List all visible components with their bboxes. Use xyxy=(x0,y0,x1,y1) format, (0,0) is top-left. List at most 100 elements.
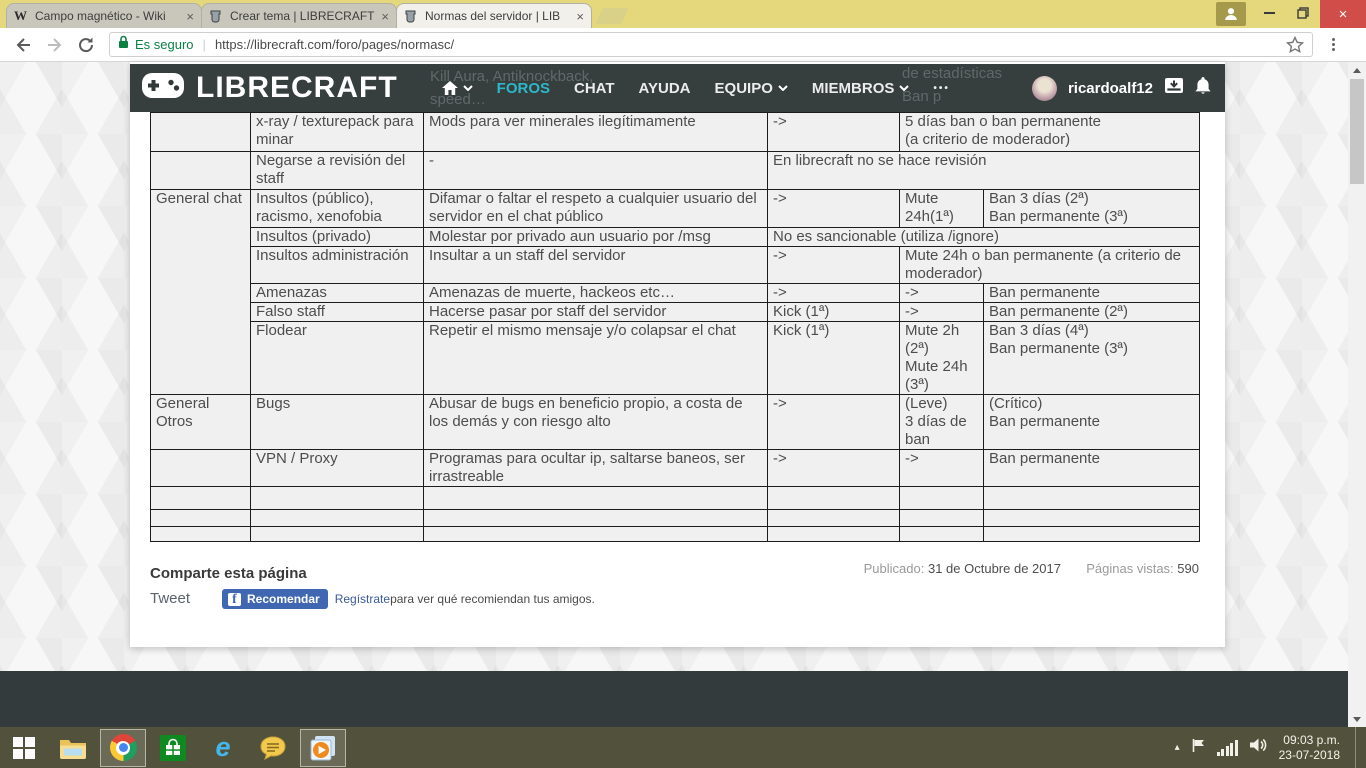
bookmark-star-icon[interactable] xyxy=(1286,36,1304,54)
internet-explorer-button[interactable]: e xyxy=(200,729,246,767)
table-row: AmenazasAmenazas de muerte, hackeos etc…… xyxy=(151,284,1200,303)
nav-item-equipo[interactable]: EQUIPO xyxy=(715,80,788,97)
table-cell: -> xyxy=(768,247,900,284)
close-button[interactable]: × xyxy=(1320,0,1366,28)
table-cell: -> xyxy=(900,303,984,322)
new-tab-button[interactable] xyxy=(595,8,628,24)
nav-item-foros[interactable]: FOROS xyxy=(497,80,550,97)
nav-home[interactable] xyxy=(442,81,473,95)
start-button[interactable] xyxy=(0,727,48,768)
table-cell: Ban permanente xyxy=(984,450,1200,487)
table-cell xyxy=(984,527,1200,542)
table-row xyxy=(151,510,1200,527)
table-cell: Mods para ver minerales ilegítimamente xyxy=(424,113,768,152)
table-row: x-ray / texturepack para minarMods para … xyxy=(151,113,1200,152)
address-bar[interactable]: Es seguro | https://librecraft.com/foro/… xyxy=(109,32,1313,57)
store-button[interactable] xyxy=(150,729,196,767)
table-cell: Ban permanente (2ª) xyxy=(984,303,1200,322)
media-player-button[interactable] xyxy=(300,729,346,767)
scrollbar-thumb[interactable] xyxy=(1350,79,1364,184)
tab-strip: W Campo magnético - Wiki × Crear tema | … xyxy=(0,0,625,28)
nav-item-miembros[interactable]: MIEMBROS xyxy=(812,80,910,97)
table-row: Insultos administraciónInsultar a un sta… xyxy=(151,247,1200,284)
table-cell xyxy=(900,527,984,542)
site-navbar: Kill Aura, Antiknockback, speed… de esta… xyxy=(130,64,1225,112)
reload-icon[interactable] xyxy=(78,37,95,53)
brand-name: LIBRECRAFT xyxy=(196,71,398,105)
table-cell: Ban 3 días (2ª) Ban permanente (3ª) xyxy=(984,190,1200,228)
views-label: Páginas vistas: xyxy=(1086,561,1173,576)
lock-icon xyxy=(118,35,129,54)
windows-taskbar: e ▴ 09:03 p.m. 23-07-2018 xyxy=(0,727,1366,768)
restore-button[interactable] xyxy=(1286,0,1320,26)
taskbar-clock[interactable]: 09:03 p.m. 23-07-2018 xyxy=(1279,733,1344,763)
minimize-button[interactable] xyxy=(1252,0,1286,26)
tab-close-icon[interactable]: × xyxy=(381,10,389,23)
table-cell xyxy=(151,510,251,527)
table-cell: VPN / Proxy xyxy=(251,450,424,487)
facebook-f-icon: f xyxy=(228,593,241,606)
network-signal-icon[interactable] xyxy=(1217,740,1238,756)
tab-close-icon[interactable]: × xyxy=(576,10,584,23)
action-center-flag-icon[interactable] xyxy=(1191,738,1206,758)
tweet-button[interactable]: Tweet xyxy=(150,590,190,607)
share-heading: Comparte esta página xyxy=(150,565,307,582)
table-row: VPN / ProxyProgramas para ocultar ip, sa… xyxy=(151,450,1200,487)
table-cell xyxy=(984,510,1200,527)
browser-menu-kebab-icon[interactable] xyxy=(1323,38,1343,51)
chevron-down-icon xyxy=(778,85,788,91)
tray-expand-icon[interactable]: ▴ xyxy=(1175,742,1180,753)
show-desktop-button[interactable] xyxy=(1355,727,1360,768)
tab-close-icon[interactable]: × xyxy=(186,10,194,23)
table-cell: - xyxy=(424,152,768,190)
rules-table: x-ray / texturepack para minarMods para … xyxy=(150,112,1200,542)
table-cell xyxy=(424,510,768,527)
table-cell: Abusar de bugs en beneficio propio, a co… xyxy=(424,395,768,450)
table-cell: Difamar o faltar el respeto a cualquier … xyxy=(424,190,768,228)
nav-item-ayuda[interactable]: AYUDA xyxy=(639,80,691,97)
facebook-share-row: f Recomendar Regístrate para ver qué rec… xyxy=(222,589,595,609)
tab-normas-active[interactable]: Normas del servidor | LIB × xyxy=(396,3,592,28)
register-text: para ver qué recomiendan tus amigos. xyxy=(390,592,595,606)
table-cell xyxy=(768,487,900,510)
site-logo[interactable]: LIBRECRAFT xyxy=(142,71,398,105)
table-row: Insultos (privado)Molestar por privado a… xyxy=(151,228,1200,247)
table-row xyxy=(151,487,1200,510)
views-value: 590 xyxy=(1177,561,1199,576)
tab-crear-tema[interactable]: Crear tema | LIBRECRAFT × xyxy=(201,3,397,28)
notes-app-button[interactable] xyxy=(250,729,296,767)
register-link[interactable]: Regístrate xyxy=(335,592,390,606)
nav-items: FOROS CHAT AYUDA EQUIPO MIEMBROS ••• xyxy=(442,80,950,97)
table-cell: En librecraft no se hace revisión xyxy=(768,152,1200,190)
facebook-recommend-button[interactable]: f Recomendar xyxy=(222,589,328,609)
url-text[interactable]: https://librecraft.com/foro/pages/normas… xyxy=(215,37,454,52)
tab-title: Normas del servidor | LIB xyxy=(425,9,570,23)
table-cell: Repetir el mismo mensaje y/o colapsar el… xyxy=(424,322,768,395)
inbox-tray-icon[interactable] xyxy=(1164,77,1184,99)
nav-item-chat[interactable]: CHAT xyxy=(574,80,615,97)
forward-icon[interactable] xyxy=(46,37,64,53)
profile-person-icon[interactable] xyxy=(1216,2,1246,26)
chrome-button[interactable] xyxy=(100,729,146,767)
username[interactable]: ricardoalf12 xyxy=(1068,80,1153,97)
scroll-up-icon[interactable] xyxy=(1348,62,1366,78)
published-value: 31 de Octubre de 2017 xyxy=(928,561,1061,576)
page-viewport: Kill Aura, Antiknockback, speed… de esta… xyxy=(0,62,1366,727)
media-player-icon xyxy=(310,735,336,761)
back-icon[interactable] xyxy=(14,37,32,53)
wikipedia-favicon-icon: W xyxy=(14,8,29,24)
page-scrollbar[interactable] xyxy=(1348,62,1366,727)
nav-more-button[interactable]: ••• xyxy=(933,83,950,94)
scroll-down-icon[interactable] xyxy=(1348,711,1366,727)
table-cell: Insultos (público), racismo, xenofobia xyxy=(251,190,424,228)
volume-speaker-icon[interactable] xyxy=(1249,737,1268,758)
table-cell: -> xyxy=(768,190,900,228)
table-cell: Mute 24h(1ª) xyxy=(900,190,984,228)
notifications-bell-icon[interactable] xyxy=(1195,77,1211,100)
table-row: General OtrosBugsAbusar de bugs en benef… xyxy=(151,395,1200,450)
user-avatar[interactable] xyxy=(1032,76,1057,101)
table-cell xyxy=(251,527,424,542)
file-explorer-button[interactable] xyxy=(50,729,96,767)
tab-wikipedia[interactable]: W Campo magnético - Wiki × xyxy=(6,3,202,28)
chrome-icon xyxy=(110,734,137,761)
